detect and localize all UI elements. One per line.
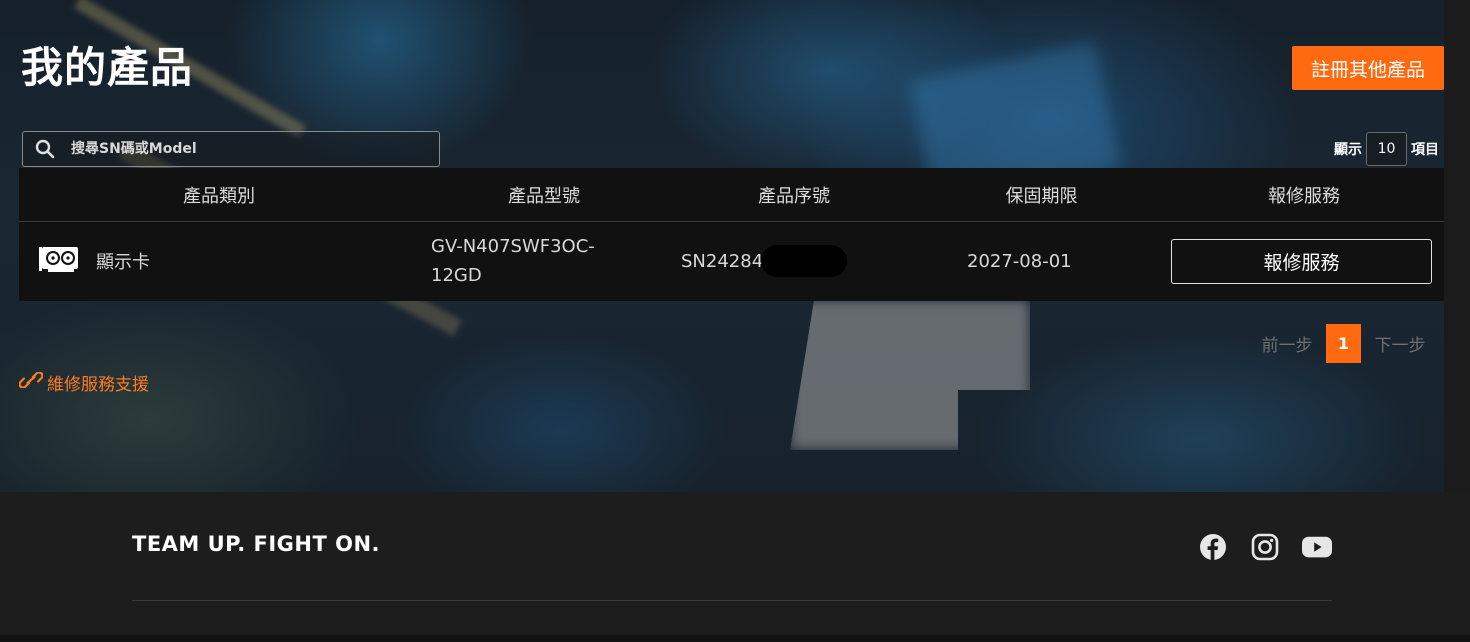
model-line-1: GV-N407SWF3OC- <box>431 236 595 257</box>
search-box <box>22 131 440 167</box>
search-input[interactable] <box>67 132 439 166</box>
social-links <box>1198 532 1332 562</box>
background-logo-shape <box>790 300 1030 450</box>
pagination: 前一步 1 下一步 <box>1248 324 1439 363</box>
footer: TEAM UP. FIGHT ON. <box>0 492 1470 642</box>
column-header-repair: 報修服務 <box>1268 185 1340 207</box>
items-per-page: 顯示 10 項目 <box>1334 131 1439 167</box>
repair-cell: 報修服務 <box>1164 238 1444 284</box>
column-header-category: 產品類別 <box>183 185 255 207</box>
column-header-serial: 產品序號 <box>758 185 830 207</box>
footer-bottom-bar <box>0 635 1470 642</box>
items-per-page-prefix: 顯示 <box>1334 142 1362 158</box>
register-product-button[interactable]: 註冊其他產品 <box>1292 46 1444 90</box>
facebook-icon[interactable] <box>1198 532 1228 562</box>
serial-redaction <box>761 245 848 277</box>
page-title: 我的產品 <box>21 43 194 92</box>
items-per-page-select[interactable]: 10 <box>1366 132 1407 166</box>
category-cell: 顯示卡 <box>19 244 419 279</box>
graphics-card-icon <box>38 244 80 279</box>
model-cell: GV-N407SWF3OC- 12GD <box>419 232 669 290</box>
table-row: 顯示卡 GV-N407SWF3OC- 12GD SN24284 2027-08-… <box>19 222 1444 300</box>
repair-support-label: 維修服務支援 <box>47 375 149 395</box>
instagram-icon[interactable] <box>1250 532 1280 562</box>
youtube-icon[interactable] <box>1302 532 1332 562</box>
serial-cell: SN24284 <box>669 245 919 277</box>
repair-service-button[interactable]: 報修服務 <box>1171 238 1432 284</box>
serial-number: SN24284 <box>681 250 764 272</box>
footer-slogan: TEAM UP. FIGHT ON. <box>132 532 381 556</box>
search-icon <box>23 131 67 167</box>
category-label: 顯示卡 <box>96 252 150 273</box>
items-per-page-suffix: 項目 <box>1411 142 1439 158</box>
footer-divider <box>132 600 1332 601</box>
link-icon <box>18 371 44 393</box>
pagination-next[interactable]: 下一步 <box>1361 331 1439 356</box>
products-table: 產品類別 產品型號 產品序號 保固期限 報修服務 顯示卡 GV-N407SWF3… <box>19 168 1444 301</box>
model-line-2: 12GD <box>431 265 482 286</box>
table-header: 產品類別 產品型號 產品序號 保固期限 報修服務 <box>19 168 1444 222</box>
pagination-prev[interactable]: 前一步 <box>1248 331 1326 356</box>
warranty-date: 2027-08-01 <box>967 250 1072 272</box>
column-header-model: 產品型號 <box>508 185 580 207</box>
column-header-warranty: 保固期限 <box>1005 185 1078 207</box>
pagination-page-current[interactable]: 1 <box>1326 324 1361 363</box>
repair-support-link[interactable]: 維修服務支援 <box>18 370 149 395</box>
